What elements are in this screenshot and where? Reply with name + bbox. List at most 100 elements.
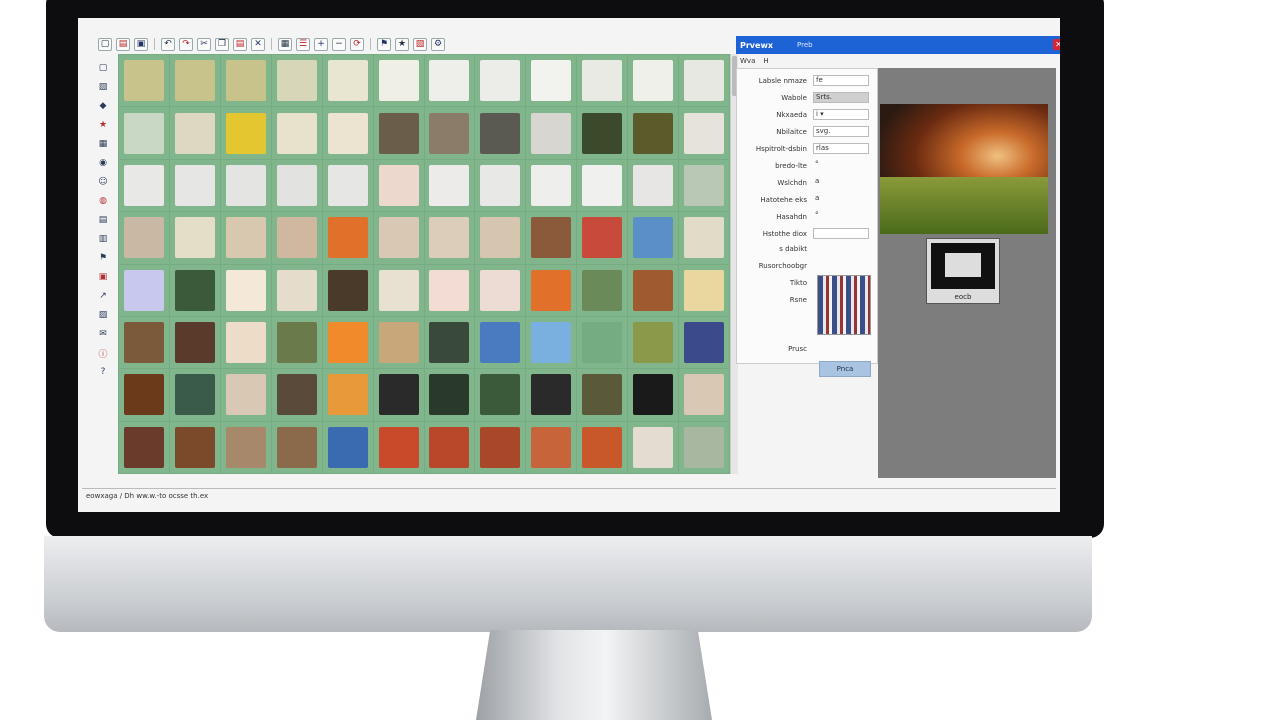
redo-icon[interactable]: ↷ xyxy=(179,37,193,51)
zoom-in-icon[interactable]: + xyxy=(314,37,328,51)
thumbnail-cell[interactable] xyxy=(169,107,220,159)
thumbnail-cell[interactable] xyxy=(526,264,577,316)
thumbnail-cell[interactable] xyxy=(424,264,475,316)
star-icon[interactable]: ★ xyxy=(395,37,409,51)
thumbnail-cell[interactable] xyxy=(169,159,220,212)
thumbnail-cell[interactable] xyxy=(679,369,729,421)
prop-field[interactable]: Srts. xyxy=(813,92,869,103)
thumbnail-cell[interactable] xyxy=(271,159,322,212)
copy-icon[interactable]: ❐ xyxy=(215,37,229,51)
thumbnail-cell[interactable] xyxy=(526,107,577,159)
thumbnail-cell[interactable] xyxy=(628,316,679,369)
prop-field[interactable]: svg. xyxy=(813,126,869,137)
thumbnail-cell[interactable] xyxy=(628,159,679,212)
grid-icon[interactable]: ▦ xyxy=(278,37,292,51)
thumbnail-cell[interactable] xyxy=(322,159,373,212)
thumbnail-cell[interactable] xyxy=(526,159,577,212)
calendar-icon[interactable]: ▦ xyxy=(97,138,109,150)
prop-field[interactable]: a xyxy=(813,177,869,188)
thumbnail-cell[interactable] xyxy=(373,316,424,369)
thumbnail-cell[interactable] xyxy=(119,369,169,421)
album-icon[interactable]: ▤ xyxy=(97,214,109,226)
star-icon[interactable]: ★ xyxy=(97,119,109,131)
thumbnail-cell[interactable] xyxy=(577,107,628,159)
thumbnail-cell[interactable] xyxy=(119,212,169,264)
thumbnail-cell[interactable] xyxy=(220,55,271,107)
thumbnail-cell[interactable] xyxy=(679,212,729,264)
thumbnail-cell[interactable] xyxy=(577,316,628,369)
thumbnail-cell[interactable] xyxy=(119,264,169,316)
camera-icon[interactable]: ◉ xyxy=(97,157,109,169)
thumbnail-cell[interactable] xyxy=(119,421,169,473)
thumbnail-cell[interactable] xyxy=(373,264,424,316)
prop-field[interactable]: ° xyxy=(813,160,869,171)
thumbnail-cell[interactable] xyxy=(475,107,526,159)
close-icon[interactable]: ✕ xyxy=(1053,39,1060,50)
mail-icon[interactable]: ✉ xyxy=(97,328,109,340)
thumbnail-cell[interactable] xyxy=(271,264,322,316)
prop-field[interactable]: a xyxy=(813,194,869,205)
image-icon[interactable]: ▧ xyxy=(413,37,427,51)
thumbnail-cell[interactable] xyxy=(322,421,373,473)
thumbnail-cell[interactable] xyxy=(220,212,271,264)
thumbnail-cell[interactable] xyxy=(373,55,424,107)
thumbnail-cell[interactable] xyxy=(220,316,271,369)
thumbnail-cell[interactable] xyxy=(119,107,169,159)
window-titlebar[interactable]: Prvewx Preb ✕ xyxy=(736,36,1060,54)
thumbnail-cell[interactable] xyxy=(373,212,424,264)
thumbnail-cell[interactable] xyxy=(679,107,729,159)
thumbnail-cell[interactable] xyxy=(475,316,526,369)
thumbnail-cell[interactable] xyxy=(577,159,628,212)
thumbnail-cell[interactable] xyxy=(679,264,729,316)
prop-field[interactable]: ° xyxy=(813,211,869,222)
thumbnail-cell[interactable] xyxy=(169,316,220,369)
thumbnail-cell[interactable] xyxy=(373,159,424,212)
thumbnail-cell[interactable] xyxy=(271,55,322,107)
share-icon[interactable]: ↗ xyxy=(97,290,109,302)
settings-icon[interactable]: ⚙ xyxy=(431,37,445,51)
folder-icon[interactable]: ▢ xyxy=(97,62,109,74)
thumbnail-cell[interactable] xyxy=(373,107,424,159)
thumbnail-cell[interactable] xyxy=(424,369,475,421)
thumbnail-cell[interactable] xyxy=(220,107,271,159)
thumbnail-cell[interactable] xyxy=(679,159,729,212)
thumbnail-cell[interactable] xyxy=(322,107,373,159)
thumbnail-cell[interactable] xyxy=(373,369,424,421)
image-icon[interactable]: ▧ xyxy=(97,81,109,93)
preview-thumbnail[interactable]: eocb xyxy=(926,238,1000,304)
thumbnail-cell[interactable] xyxy=(526,212,577,264)
thumbnail-cell[interactable] xyxy=(628,55,679,107)
rotate-icon[interactable]: ⟳ xyxy=(350,37,364,51)
flag-icon[interactable]: ⚑ xyxy=(377,37,391,51)
thumbnail-cell[interactable] xyxy=(526,55,577,107)
save-icon[interactable]: ▣ xyxy=(134,37,148,51)
thumbnail-cell[interactable] xyxy=(220,159,271,212)
thumbnail-cell[interactable] xyxy=(475,159,526,212)
cut-icon[interactable]: ✂ xyxy=(197,37,211,51)
thumbnail-cell[interactable] xyxy=(577,421,628,473)
thumbnail-cell[interactable] xyxy=(322,55,373,107)
thumbnail-cell[interactable] xyxy=(424,421,475,473)
thumbnail-cell[interactable] xyxy=(373,421,424,473)
thumbnail-cell[interactable] xyxy=(424,159,475,212)
thumbnail-cell[interactable] xyxy=(424,107,475,159)
trash-icon[interactable]: ▥ xyxy=(97,233,109,245)
thumbnail-cell[interactable] xyxy=(271,212,322,264)
thumbnail-cell[interactable] xyxy=(169,421,220,473)
thumbnail-cell[interactable] xyxy=(271,107,322,159)
thumbnail-cell[interactable] xyxy=(220,421,271,473)
thumbnail-cell[interactable] xyxy=(322,212,373,264)
thumbnail-cell[interactable] xyxy=(679,421,729,473)
thumbnail-cell[interactable] xyxy=(526,316,577,369)
thumbnail-cell[interactable] xyxy=(424,212,475,264)
delete-icon[interactable]: ✕ xyxy=(251,37,265,51)
thumbnail-cell[interactable] xyxy=(322,264,373,316)
tab-first[interactable]: Wva xyxy=(740,57,755,65)
thumbnail-cell[interactable] xyxy=(475,212,526,264)
thumbnail-cell[interactable] xyxy=(628,107,679,159)
print-icon[interactable]: ▨ xyxy=(97,309,109,321)
thumbnail-cell[interactable] xyxy=(577,55,628,107)
thumbnail-cell[interactable] xyxy=(322,369,373,421)
prop-field[interactable]: i ▾ xyxy=(813,109,869,120)
thumbnail-cell[interactable] xyxy=(119,159,169,212)
